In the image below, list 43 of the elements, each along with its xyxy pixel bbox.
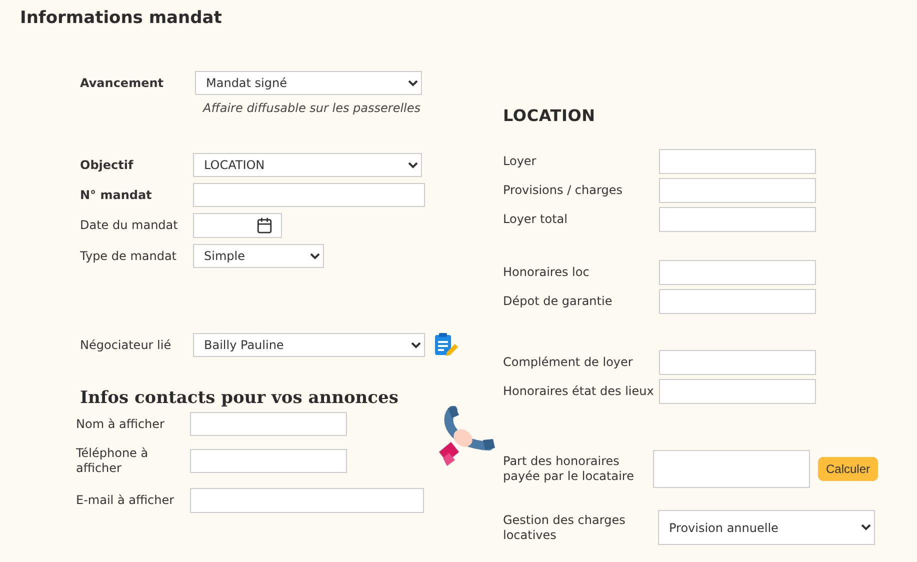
page-title: Informations mandat [20, 8, 223, 28]
text-field[interactable] [659, 260, 816, 285]
dropdown[interactable]: Mandat signé [195, 71, 422, 95]
text-field[interactable] [659, 379, 816, 404]
field-label: Honoraires loc [503, 265, 590, 280]
field-label: E-mail à afficher [76, 493, 176, 508]
field-label: Provisions / charges [503, 183, 624, 198]
clipboard-pencil-icon[interactable] [433, 332, 459, 358]
text-field[interactable] [659, 178, 816, 203]
status-note: Affaire diffusable sur les passerelles [203, 101, 422, 115]
field-label: Négociateur lié [80, 338, 172, 352]
field-label: N° mandat [80, 188, 153, 202]
field-label: Part des honoraires payée par le locataire [503, 454, 635, 484]
field-label: Loyer [503, 154, 538, 169]
field-label: Avancement [80, 76, 164, 90]
dropdown[interactable]: Simple [193, 244, 324, 268]
text-field[interactable] [659, 149, 816, 174]
calculate-button[interactable]: Calculer [818, 457, 878, 481]
field-label: Objectif [80, 158, 134, 172]
dropdown[interactable]: LOCATION [193, 153, 422, 177]
field-label: Nom à afficher [76, 416, 166, 432]
text-field[interactable] [653, 450, 810, 488]
field-label: Loyer total [503, 212, 568, 227]
text-field[interactable] [190, 488, 424, 513]
text-field[interactable] [659, 207, 816, 232]
calendar-icon[interactable] [256, 217, 273, 234]
date-field[interactable] [193, 213, 282, 238]
field-label: Gestion des charges locatives [503, 512, 626, 542]
field-label: Dépot de garantie [503, 294, 614, 309]
dropdown[interactable]: Bailly Pauline [193, 333, 425, 357]
text-field[interactable] [190, 412, 347, 436]
field-label: Complément de loyer [503, 355, 634, 370]
text-field[interactable] [659, 289, 816, 314]
section-heading: Infos contacts pour vos annonces [80, 388, 400, 408]
field-label: Type de mandat [80, 248, 178, 264]
field-label: Date du mandat [80, 218, 179, 233]
text-field[interactable] [190, 449, 347, 473]
field-label: Téléphone à afficher [76, 446, 150, 476]
dropdown[interactable]: Provision annuelle [658, 510, 875, 545]
field-label: Honoraires état des lieux [503, 384, 655, 399]
section-heading: LOCATION [503, 106, 596, 125]
text-field[interactable] [193, 183, 425, 207]
text-field[interactable] [659, 350, 816, 375]
